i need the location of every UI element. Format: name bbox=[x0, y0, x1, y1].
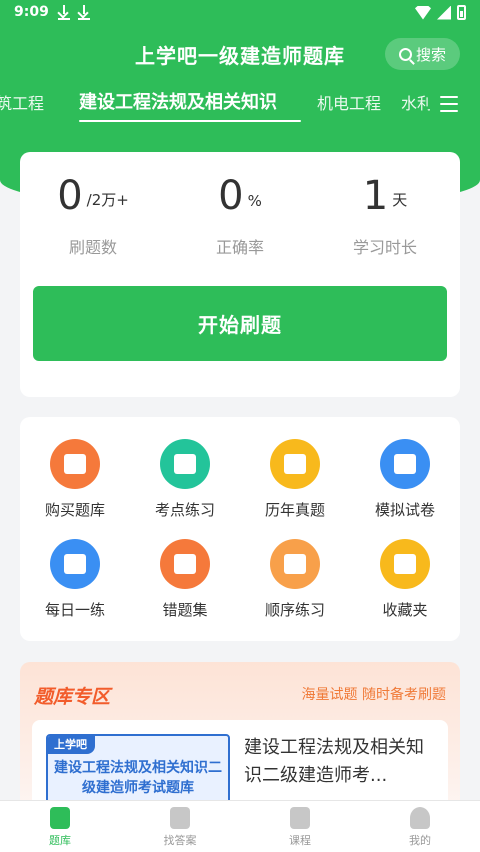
battery-icon bbox=[457, 5, 466, 20]
find-answer-icon bbox=[170, 807, 190, 829]
course-play-icon bbox=[290, 807, 310, 829]
profile-icon bbox=[410, 807, 430, 829]
feature-past-exams[interactable]: 历年真题 bbox=[240, 439, 350, 520]
nav-label: 我的 bbox=[409, 834, 431, 847]
nav-course[interactable]: 课程 bbox=[240, 801, 360, 852]
wifi-icon bbox=[415, 5, 431, 20]
feature-mock-exam[interactable]: 模拟试卷 bbox=[350, 439, 460, 520]
bottom-nav: 题库 找答案 课程 我的 bbox=[0, 800, 480, 852]
download-icon bbox=[58, 4, 70, 20]
active-tab-indicator bbox=[79, 120, 301, 122]
stat-accuracy: 0 % 正确率 bbox=[175, 172, 305, 258]
stat-unit: /2万+ bbox=[86, 191, 129, 209]
feature-wrong-questions[interactable]: 错题集 bbox=[130, 539, 240, 620]
status-time: 9:09 bbox=[14, 4, 49, 20]
feature-label: 顺序练习 bbox=[264, 601, 325, 619]
question-bank-icon bbox=[50, 807, 70, 829]
system-icons bbox=[415, 5, 466, 20]
zone-subtitle: 海量试题 随时备考刷题 bbox=[301, 687, 446, 703]
stat-unit: % bbox=[247, 192, 262, 210]
feature-favorites[interactable]: 收藏夹 bbox=[350, 539, 460, 620]
nav-find-answer[interactable]: 找答案 bbox=[120, 801, 240, 852]
nav-label: 找答案 bbox=[163, 834, 197, 847]
star-icon bbox=[380, 539, 430, 589]
cart-icon bbox=[50, 439, 100, 489]
chart-board-icon bbox=[380, 439, 430, 489]
menu-icon[interactable] bbox=[440, 96, 458, 112]
feature-label: 模拟试卷 bbox=[374, 501, 435, 519]
feature-daily-practice[interactable]: 每日一练 bbox=[20, 539, 130, 620]
download-notifications bbox=[58, 4, 90, 20]
nav-label: 题库 bbox=[49, 834, 71, 847]
feature-label: 错题集 bbox=[162, 601, 208, 619]
stat-label: 学习时长 bbox=[352, 238, 417, 257]
wrong-doc-icon bbox=[160, 539, 210, 589]
nav-question-bank[interactable]: 题库 bbox=[0, 801, 120, 852]
star-board-icon bbox=[160, 439, 210, 489]
cover-brand: 上学吧 bbox=[48, 736, 95, 754]
search-button[interactable]: 搜索 bbox=[385, 38, 460, 70]
stat-label: 正确率 bbox=[215, 238, 264, 257]
stat-unit: 天 bbox=[392, 191, 408, 209]
stat-study-time: 1 天 学习时长 bbox=[320, 172, 450, 258]
feature-key-points[interactable]: 考点练习 bbox=[130, 439, 240, 520]
feature-label: 收藏夹 bbox=[382, 601, 428, 619]
edit-doc-icon bbox=[270, 539, 320, 589]
status-bar: 9:09 bbox=[0, 0, 480, 26]
calendar-doc-icon bbox=[270, 439, 320, 489]
stats-card: 0 /2万+ 刷题数 0 % 正确率 1 天 学习时长 开始刷题 bbox=[20, 152, 460, 397]
stat-value: 0 bbox=[57, 173, 83, 219]
tab-water-conservancy[interactable]: 水利 bbox=[401, 90, 430, 114]
category-tabs: 筑工程 建设工程法规及相关知识 机电工程 水利 bbox=[0, 86, 430, 122]
feature-label: 购买题库 bbox=[44, 501, 105, 519]
feature-buy-bank[interactable]: 购买题库 bbox=[20, 439, 130, 520]
tab-regulations[interactable]: 建设工程法规及相关知识 bbox=[79, 88, 277, 114]
feature-label: 每日一练 bbox=[44, 601, 105, 619]
download-icon bbox=[78, 4, 90, 20]
stat-value: 0 bbox=[218, 173, 244, 219]
feature-label: 考点练习 bbox=[154, 501, 215, 519]
search-label: 搜索 bbox=[415, 45, 446, 64]
signal-icon bbox=[437, 5, 451, 20]
stat-questions: 0 /2万+ 刷题数 bbox=[28, 172, 158, 258]
cover-text: 建设工程法规及相关知识二级建造师考试题库 bbox=[54, 760, 222, 796]
feature-sequential-practice[interactable]: 顺序练习 bbox=[240, 539, 350, 620]
search-icon bbox=[398, 47, 412, 61]
tab-mechanical-electrical[interactable]: 机电工程 bbox=[317, 90, 381, 114]
tab-building-engineering[interactable]: 筑工程 bbox=[0, 90, 44, 114]
nav-label: 课程 bbox=[289, 834, 311, 847]
zone-title: 题库专区 bbox=[34, 686, 111, 708]
stat-value: 1 bbox=[362, 173, 389, 219]
book-item[interactable]: 上学吧 建设工程法规及相关知识二级建造师考试题库 建设工程法规及相关知识二级建造… bbox=[32, 720, 448, 814]
start-practice-button[interactable]: 开始刷题 bbox=[33, 286, 447, 361]
nav-profile[interactable]: 我的 bbox=[360, 801, 480, 852]
feature-label: 历年真题 bbox=[264, 501, 325, 519]
feature-grid: 购买题库 考点练习 历年真题 模拟试卷 每日一练 错题集 顺序练习 收藏夹 bbox=[20, 417, 460, 641]
stat-label: 刷题数 bbox=[68, 238, 117, 257]
calendar-check-icon bbox=[50, 539, 100, 589]
book-name: 建设工程法规及相关知识二级建造师考... bbox=[244, 737, 424, 786]
